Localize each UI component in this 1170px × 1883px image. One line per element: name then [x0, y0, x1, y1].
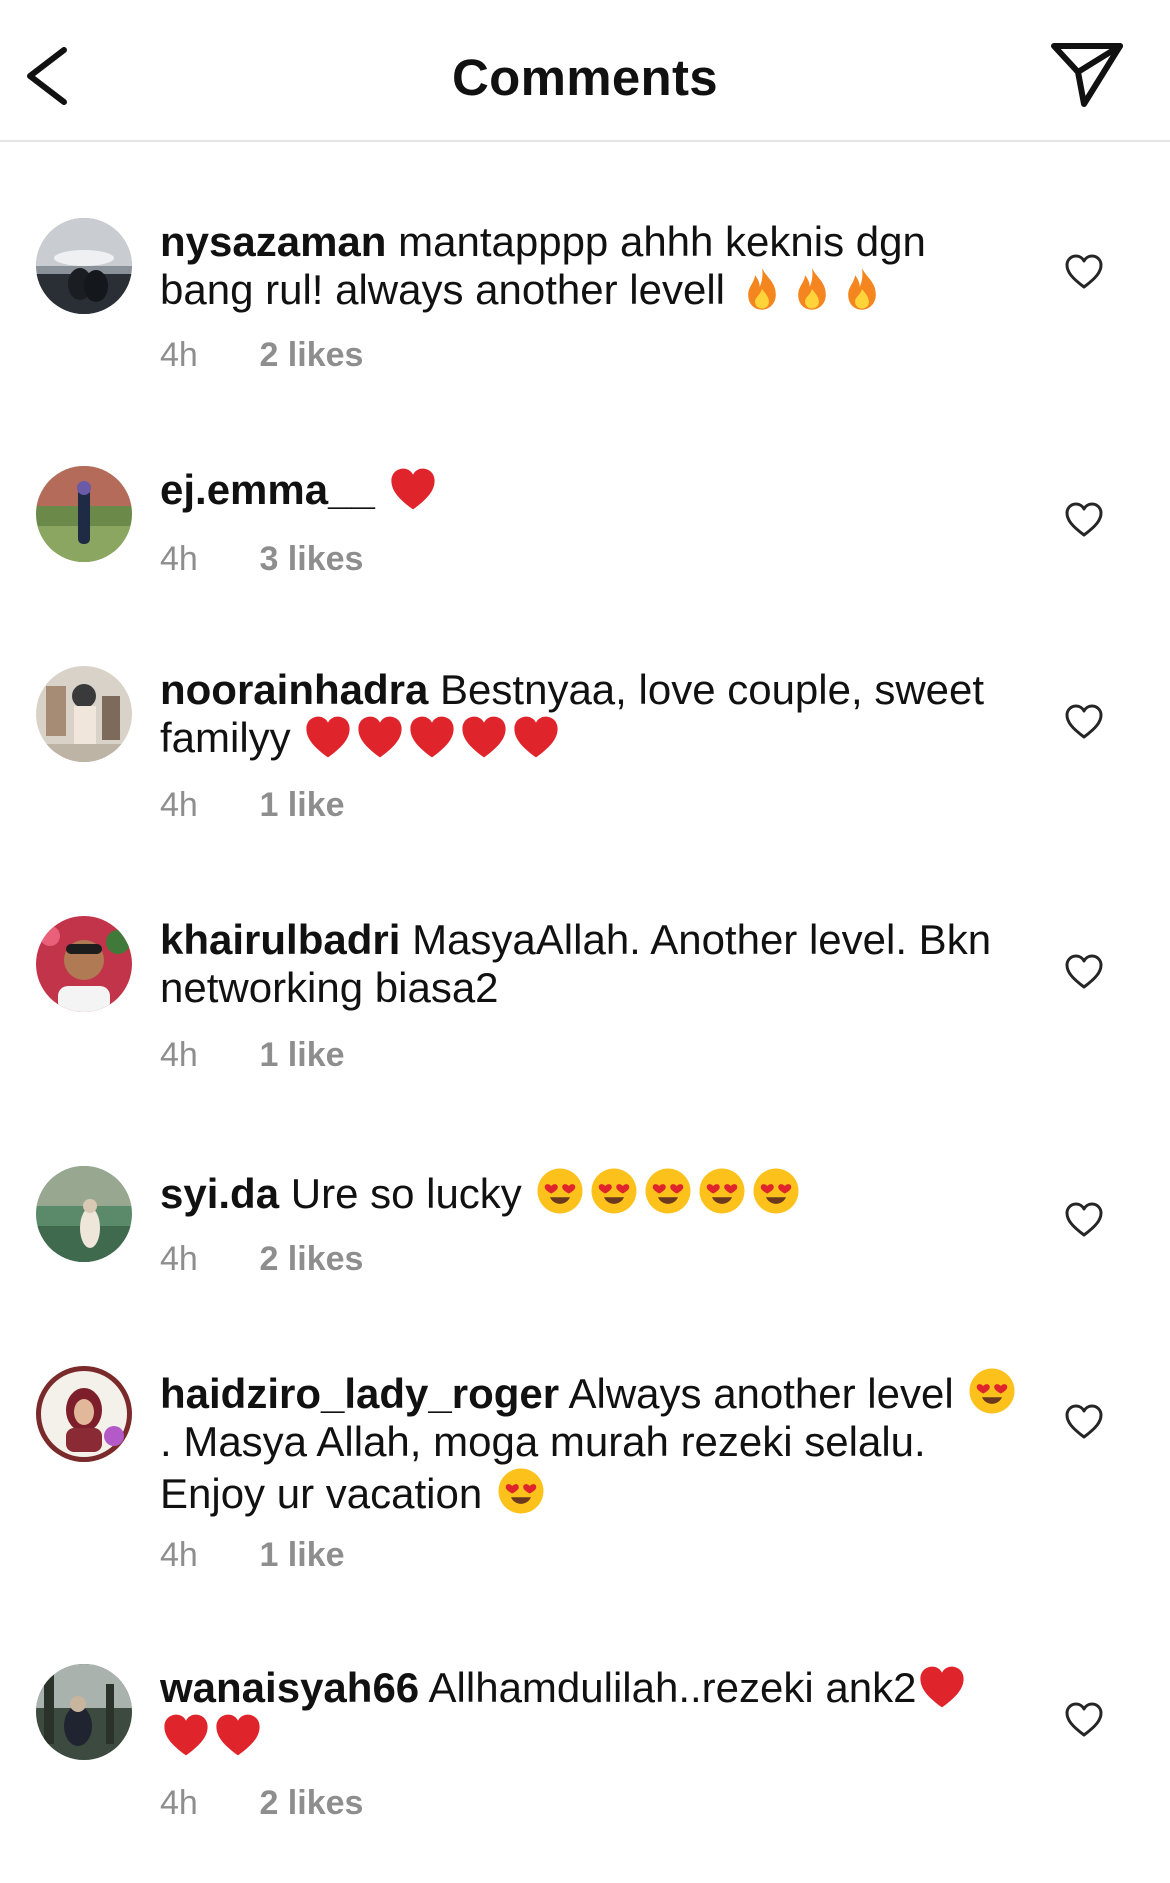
- comment-meta: 4h 2 likes: [160, 1784, 363, 1823]
- comment-meta: 4h 1 like: [160, 1036, 345, 1075]
- red-heart-emoji-icon: [390, 468, 435, 510]
- comment-username[interactable]: haidziro_lady_roger: [160, 1370, 559, 1417]
- heart-eyes-emoji-icon: [645, 1168, 691, 1214]
- heart-outline-icon: [1065, 254, 1103, 289]
- avatar[interactable]: [36, 666, 132, 762]
- like-button[interactable]: [1064, 252, 1104, 292]
- comment-meta: 4h 1 like: [160, 786, 345, 825]
- comment-text: haidziro_lady_roger Always another level…: [160, 1366, 1020, 1518]
- heart-eyes-emoji-icon: [969, 1368, 1015, 1414]
- comment-text: khairulbadri MasyaAllah. Another level. …: [160, 916, 1020, 1012]
- paper-plane-icon: [1051, 43, 1123, 107]
- like-button[interactable]: [1064, 702, 1104, 742]
- avatar[interactable]: [36, 218, 132, 314]
- heart-outline-icon: [1065, 704, 1103, 739]
- comment-body: Ure so lucky: [290, 1170, 522, 1217]
- red-heart-emoji-icon: [216, 1714, 260, 1756]
- comment-time: 4h: [160, 1784, 198, 1822]
- comment-username[interactable]: syi.da: [160, 1170, 279, 1217]
- heart-outline-icon: [1065, 502, 1103, 537]
- comment-likes[interactable]: 3 likes: [259, 540, 363, 578]
- comment-username[interactable]: noorainhadra: [160, 666, 428, 713]
- comment-likes[interactable]: 1 like: [259, 1036, 344, 1074]
- comment-body: Allhamdulilah..rezeki ank2: [428, 1664, 917, 1711]
- header: Comments: [0, 0, 1170, 142]
- comment-time: 4h: [160, 1240, 198, 1278]
- comment-text: nysazaman mantapppp ahhh keknis dgn bang…: [160, 218, 1020, 314]
- comment-text: noorainhadra Bestnyaa, love couple, swee…: [160, 666, 1020, 762]
- red-heart-emoji-icon: [306, 716, 350, 758]
- like-button[interactable]: [1064, 1402, 1104, 1442]
- like-button[interactable]: [1064, 500, 1104, 540]
- avatar[interactable]: [36, 1664, 132, 1760]
- red-heart-emoji-icon: [514, 716, 558, 758]
- comment-text: syi.da Ure so lucky: [160, 1166, 1020, 1218]
- heart-outline-icon: [1065, 1702, 1103, 1737]
- comment-text: ej.emma__: [160, 466, 1020, 514]
- fire-emoji-icon: [797, 268, 826, 310]
- heart-eyes-emoji-icon: [498, 1468, 544, 1514]
- heart-outline-icon: [1065, 954, 1103, 989]
- red-heart-emoji-icon: [164, 1714, 208, 1756]
- avatar[interactable]: [36, 466, 132, 562]
- like-button[interactable]: [1064, 1700, 1104, 1740]
- avatar[interactable]: [36, 916, 132, 1012]
- heart-eyes-emoji-icon: [591, 1168, 637, 1214]
- comment-text: wanaisyah66 Allhamdulilah..rezeki ank2: [160, 1664, 1020, 1760]
- comment-username[interactable]: nysazaman: [160, 218, 386, 265]
- comment-meta: 4h 3 likes: [160, 540, 363, 579]
- fire-emoji-icon: [847, 268, 876, 310]
- avatar[interactable]: [36, 1366, 132, 1462]
- comment-likes[interactable]: 2 likes: [259, 336, 363, 374]
- comment-likes[interactable]: 1 like: [259, 1536, 344, 1574]
- red-heart-emoji-icon: [920, 1666, 965, 1708]
- heart-outline-icon: [1065, 1404, 1103, 1439]
- fire-emoji-icon: [747, 268, 776, 310]
- avatar[interactable]: [36, 1166, 132, 1262]
- red-heart-emoji-icon: [462, 716, 506, 758]
- comment-time: 4h: [160, 1036, 198, 1074]
- share-button[interactable]: [1048, 38, 1126, 110]
- like-button[interactable]: [1064, 952, 1104, 992]
- comment-likes[interactable]: 2 likes: [259, 1240, 363, 1278]
- red-heart-emoji-icon: [410, 716, 454, 758]
- page-title: Comments: [452, 49, 718, 106]
- comment-meta: 4h 2 likes: [160, 336, 363, 375]
- heart-outline-icon: [1065, 1202, 1103, 1237]
- comment-time: 4h: [160, 336, 198, 374]
- like-button[interactable]: [1064, 1200, 1104, 1240]
- heart-eyes-emoji-icon: [699, 1168, 745, 1214]
- comment-body: Always another level: [568, 1370, 954, 1417]
- comment-likes[interactable]: 1 like: [259, 786, 344, 824]
- heart-eyes-emoji-icon: [753, 1168, 799, 1214]
- comment-time: 4h: [160, 540, 198, 578]
- red-heart-emoji-icon: [358, 716, 402, 758]
- comment-username[interactable]: khairulbadri: [160, 916, 400, 963]
- comment-meta: 4h 2 likes: [160, 1240, 363, 1279]
- comment-time: 4h: [160, 786, 198, 824]
- comment-meta: 4h 1 like: [160, 1536, 345, 1575]
- comment-username[interactable]: wanaisyah66: [160, 1664, 419, 1711]
- comment-likes[interactable]: 2 likes: [259, 1784, 363, 1822]
- heart-eyes-emoji-icon: [537, 1168, 583, 1214]
- comment-username[interactable]: ej.emma__: [160, 466, 375, 513]
- comment-time: 4h: [160, 1536, 198, 1574]
